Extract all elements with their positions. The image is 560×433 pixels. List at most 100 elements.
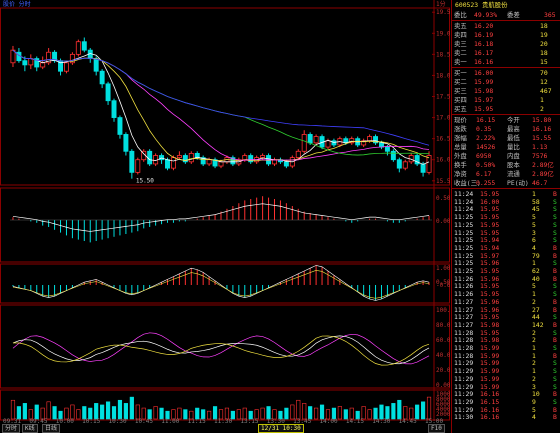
kdj-axis-label: -0.64 [436, 282, 450, 289]
buy-level-row-cell: 买二 [454, 78, 467, 86]
stat-row-cell: 现价 [454, 116, 467, 124]
stock-title-cell: 贵航股份 [482, 1, 508, 9]
candle-body [75, 41, 81, 55]
stat-row-cell: 量比 [507, 143, 520, 151]
time-axis-label: 10:15 [82, 418, 100, 425]
sell-level-row-cell: 15 [540, 58, 548, 66]
volume-bar [10, 399, 16, 420]
bottom-tab-1[interactable]: K线 [22, 424, 38, 433]
volume-bar [397, 399, 402, 420]
ma120-line [12, 49, 430, 146]
candle-body [40, 62, 46, 68]
candle-body [260, 155, 266, 159]
tick-row-cell: B [553, 413, 557, 422]
stat-row: 外盘 6950 内盘 7576 [452, 152, 560, 161]
volume-bar [207, 410, 212, 420]
candle-body [396, 159, 402, 169]
candle-body [426, 155, 432, 173]
stat-row-cell: 0.255 [476, 179, 496, 187]
candle-body [81, 41, 87, 51]
kline-chart-area[interactable]: 19.50 19.00 18.50 18.00 17.50 17.00 16.50 16.00… [0, 0, 450, 433]
bottom-tab-2[interactable]: 日线 [42, 424, 61, 433]
time-axis-label: 13:15 [240, 418, 258, 425]
candle-body [93, 58, 99, 72]
separator-2 [452, 67, 560, 68]
buy-level-row-cell: 1 [540, 96, 544, 104]
rsi-axis-label: 60.00 [436, 337, 450, 344]
sell-level-row-cell: 16.18 [474, 40, 494, 48]
volume-bar [314, 407, 319, 420]
sell-level-row-cell: 卖五 [454, 22, 467, 30]
sell-level-row-cell: 卖二 [454, 49, 467, 57]
buy-level-row-cell: 买一 [454, 69, 467, 77]
ma5-line [12, 49, 430, 165]
price-axis-label: 15.50 [436, 178, 450, 185]
rsi-axis-label: 0.00 [436, 382, 450, 389]
stat-row: 收益(三) 0.255 PE(动) 46.7 [452, 179, 560, 188]
time-axis-label: 14:00 [320, 418, 338, 425]
volume-bar [426, 396, 432, 420]
candle-body [331, 140, 337, 146]
candle-body [10, 49, 16, 64]
volume-bar [70, 404, 75, 420]
kdj-d-line [12, 270, 430, 299]
stat-row: 现价 16.15 今开 15.80 [452, 116, 560, 125]
price-axis-label: 18.00 [436, 72, 450, 79]
time-axis-label: 11:15 [188, 418, 206, 425]
buy-level-row: 买二 15.99 12 [452, 78, 560, 87]
volume-axis-label: 2000 [436, 411, 450, 418]
time-axis-label: 14:45 [399, 418, 417, 425]
stat-row-cell: 16.15 [476, 116, 496, 124]
stat-row-cell: 最高 [507, 125, 520, 133]
kline-chart-svg[interactable]: 19.50 19.00 18.50 18.00 17.50 17.00 16.50 16.00… [0, 0, 450, 433]
ma20-line [12, 49, 430, 161]
stat-row-cell: 1.13 [532, 143, 548, 151]
tick-row-cell: 4 [532, 413, 536, 422]
bottom-tab-0[interactable]: 分时 [2, 424, 21, 433]
sell-level-row-cell: 卖四 [454, 31, 467, 39]
candle-body [367, 136, 373, 142]
time-axis-label: 14:30 [372, 418, 390, 425]
price-axis-label: 17.00 [436, 115, 450, 122]
time-axis-label: 10:30 [109, 418, 127, 425]
volume-bar [391, 403, 396, 420]
buy-level-row-cell: 467 [540, 87, 552, 95]
stat-row-cell: 内盘 [507, 152, 520, 160]
stat-row: 涨跌 0.35 最高 16.16 [452, 125, 560, 134]
buy-level-row: 买四 15.97 1 [452, 96, 560, 105]
volume-bar [94, 403, 99, 420]
volume-bar [296, 399, 301, 420]
order-ratio-row-cell: 49.93% [474, 11, 498, 19]
sell-level-row-cell: 16.19 [474, 31, 494, 39]
volume-bar [100, 404, 105, 420]
buy-level-row-cell: 70 [540, 69, 548, 77]
buy-level-row-cell: 12 [540, 78, 548, 86]
order-ratio-row: 委比 49.93% 委差 365 [452, 11, 560, 20]
stat-row-cell: 6950 [476, 152, 492, 160]
stat-row-cell: 股本 [507, 161, 520, 169]
stat-row-cell: 涨幅 [454, 134, 467, 142]
sell-level-row-cell: 18 [540, 22, 548, 30]
time-axis-label: 14:15 [346, 418, 364, 425]
candle-body [402, 161, 408, 169]
price-axis-label: 19.50 [436, 9, 450, 16]
low-price-marker: 15.50 [136, 178, 154, 185]
time-axis-label: 11:30 [214, 418, 232, 425]
stat-row-cell: 46.7 [532, 179, 548, 187]
volume-bar [22, 403, 27, 420]
volume-bar [302, 403, 307, 420]
separator-3 [452, 114, 560, 115]
buy-level-row-cell: 15.99 [474, 78, 494, 86]
volume-bar [421, 401, 426, 420]
buy-level-row-cell: 15.97 [474, 96, 494, 104]
candle-body [176, 155, 182, 159]
volume-bar [367, 409, 372, 420]
stock-title: 600523 贵航股份 [452, 1, 560, 10]
candle-body [295, 150, 301, 159]
stat-row-cell: 7576 [532, 152, 548, 160]
candle-body [63, 62, 69, 72]
f10-button[interactable]: F10 [428, 424, 445, 433]
macd-axis-label: 0.50 [436, 195, 450, 202]
candle-body [283, 161, 289, 167]
candle-body [206, 159, 212, 165]
